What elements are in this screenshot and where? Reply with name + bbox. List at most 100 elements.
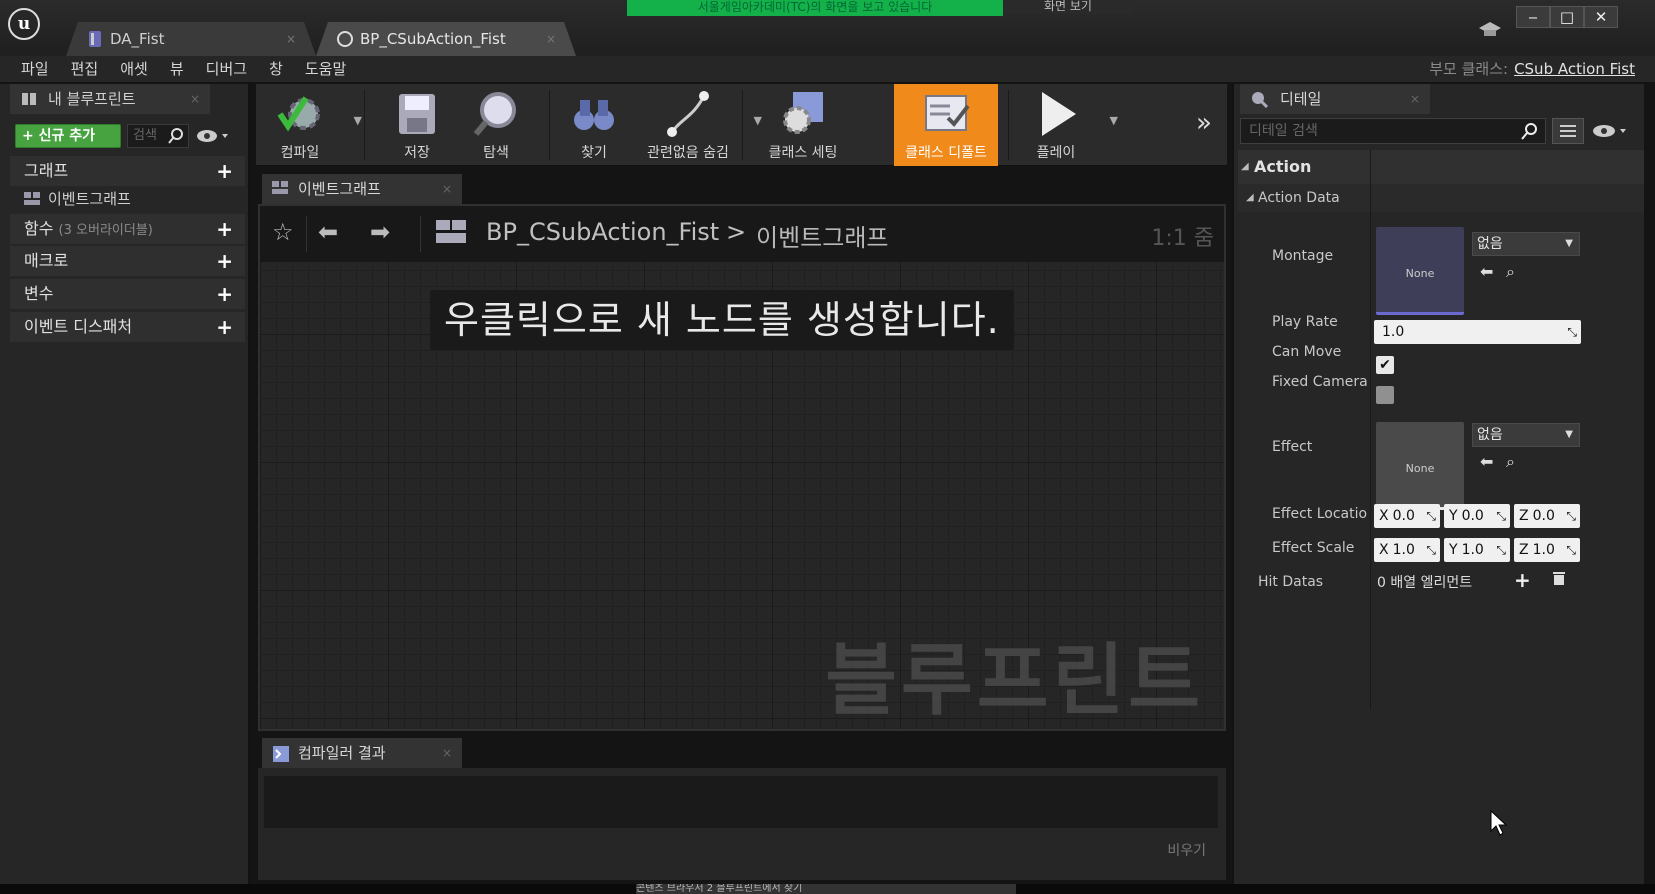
add-function-icon[interactable]: +: [216, 214, 233, 244]
blueprint-watermark: 블루프린트: [825, 636, 1204, 726]
montage-asset-combo[interactable]: 없음 ▼: [1472, 232, 1580, 256]
menu-window[interactable]: 창: [258, 56, 294, 82]
spin-arrows-icon[interactable]: ⤡: [1567, 320, 1577, 344]
spin-arrows-icon[interactable]: ⤡: [1426, 538, 1436, 562]
star-icon[interactable]: ☆: [272, 218, 294, 246]
tab-bp-csubaction-fist[interactable]: BP_CSubAction_Fist ×: [316, 22, 576, 56]
property-matrix-button[interactable]: [1552, 118, 1584, 144]
menu-file[interactable]: 파일: [10, 56, 60, 82]
find-button[interactable]: 찾기: [554, 84, 634, 166]
section-graphs[interactable]: 그래프 +: [10, 156, 245, 186]
effect-location-z[interactable]: Z 0.0 ⤡: [1514, 504, 1580, 528]
effect-location-x[interactable]: X 0.0 ⤡: [1374, 504, 1440, 528]
fixed-camera-checkbox[interactable]: [1376, 386, 1394, 404]
menu-help[interactable]: 도움말: [294, 56, 357, 82]
add-macro-icon[interactable]: +: [216, 246, 233, 276]
blueprint-search-input[interactable]: 검색: [127, 124, 189, 148]
add-dispatcher-icon[interactable]: +: [216, 312, 233, 342]
tab-label: 컴파일러 결과: [298, 744, 386, 762]
spin-arrows-icon[interactable]: ⤡: [1426, 504, 1436, 528]
tab-compiler-results[interactable]: 컴파일러 결과 ×: [262, 738, 462, 768]
add-new-button[interactable]: + 신규 추가: [15, 124, 121, 148]
close-icon[interactable]: ×: [1410, 84, 1420, 114]
learn-cap-icon[interactable]: [1478, 20, 1502, 40]
chevron-down-icon[interactable]: ▼: [354, 114, 362, 127]
menu-edit[interactable]: 편집: [60, 56, 110, 82]
bottom-drawer-tabs[interactable]: 콘텐츠 브라우저 2 블루프린트에서 찾기: [636, 884, 1016, 894]
effect-location-y[interactable]: Y 0.0 ⤡: [1444, 504, 1510, 528]
toolbar-overflow-button[interactable]: »: [1196, 108, 1212, 138]
toolbar-divider: [742, 90, 743, 160]
use-selected-arrow-icon[interactable]: ⬅: [1480, 452, 1493, 471]
add-graph-icon[interactable]: +: [216, 156, 233, 186]
effect-asset-combo[interactable]: 없음 ▼: [1472, 423, 1580, 447]
browse-button[interactable]: 탐색: [456, 84, 536, 166]
close-icon[interactable]: ×: [442, 738, 452, 768]
tab-da-fist[interactable]: DA_Fist ×: [66, 22, 316, 56]
tree-item-event-graph[interactable]: 이벤트그래프: [22, 186, 222, 212]
section-macros[interactable]: 매크로 +: [10, 246, 245, 276]
column-splitter[interactable]: [1370, 150, 1371, 710]
minimize-button[interactable]: ‒: [1516, 6, 1550, 28]
clear-button[interactable]: 비우기: [1167, 840, 1206, 860]
montage-thumbnail[interactable]: None: [1376, 227, 1464, 315]
tab-event-graph[interactable]: 이벤트그래프 ×: [262, 174, 462, 204]
use-selected-arrow-icon[interactable]: ⬅: [1480, 262, 1493, 281]
menu-asset[interactable]: 애셋: [109, 56, 159, 82]
browse-asset-search-icon[interactable]: ⌕: [1506, 262, 1515, 282]
section-event-dispatchers[interactable]: 이벤트 디스패처 +: [10, 312, 245, 342]
spin-arrows-icon[interactable]: ⤡: [1496, 538, 1506, 562]
class-settings-button[interactable]: 클래스 세팅: [758, 84, 848, 166]
class-defaults-button[interactable]: 클래스 디폴트: [894, 84, 998, 166]
spin-arrows-icon[interactable]: ⤡: [1566, 504, 1576, 528]
subcategory-action-data[interactable]: ◢ Action Data: [1238, 184, 1644, 212]
play-rate-input[interactable]: 1.0 ⤡: [1374, 320, 1581, 344]
effect-label: Effect: [1272, 439, 1313, 455]
add-element-icon[interactable]: +: [1514, 568, 1531, 592]
close-window-button[interactable]: ✕: [1584, 6, 1618, 28]
screen-share-view-button[interactable]: 화면 보기: [1003, 0, 1133, 14]
effect-scale-x[interactable]: X 1.0 ⤡: [1374, 538, 1440, 562]
save-button[interactable]: 저장: [382, 84, 452, 166]
section-variables[interactable]: 변수 +: [10, 279, 245, 309]
section-functions[interactable]: 함수 (3 오버라이더블) +: [10, 214, 245, 244]
browse-asset-search-icon[interactable]: ⌕: [1506, 452, 1515, 472]
unreal-logo-icon[interactable]: u: [8, 8, 40, 40]
thumb-label: None: [1405, 267, 1435, 280]
trash-icon[interactable]: [1552, 570, 1566, 586]
parent-class-label: 부모 클래스:: [1429, 60, 1509, 78]
compile-button[interactable]: 컴파일 ▼: [260, 84, 362, 166]
chevron-down-icon[interactable]: ▼: [1110, 114, 1118, 127]
can-move-checkbox[interactable]: ✔: [1376, 356, 1394, 374]
menu-debug[interactable]: 디버그: [195, 56, 258, 82]
tab-details[interactable]: 디테일 ×: [1240, 84, 1430, 114]
tab-label: 내 블루프린트: [48, 90, 136, 108]
effect-scale-y[interactable]: Y 1.0 ⤡: [1444, 538, 1510, 562]
menu-view[interactable]: 뷰: [159, 56, 195, 82]
close-icon[interactable]: ×: [190, 84, 200, 114]
close-icon[interactable]: ×: [286, 22, 296, 56]
view-options-eye-icon[interactable]: [196, 126, 230, 146]
event-graph-canvas[interactable]: ☆ ⬅ ➡ BP_CSubAction_Fist > 이벤트그래프 1:1 줌 …: [258, 204, 1226, 731]
hide-unrelated-button[interactable]: 관련없음 숨김 ▼: [636, 84, 762, 166]
back-arrow-icon[interactable]: ⬅: [318, 218, 338, 246]
close-icon[interactable]: ×: [442, 174, 452, 204]
details-search-input[interactable]: 디테일 검색: [1240, 118, 1546, 144]
add-variable-icon[interactable]: +: [216, 279, 233, 309]
play-button[interactable]: 플레이 ▼: [1016, 84, 1118, 166]
forward-arrow-icon[interactable]: ➡: [370, 218, 390, 246]
effect-scale-z[interactable]: Z 1.0 ⤡: [1514, 538, 1580, 562]
spin-arrows-icon[interactable]: ⤡: [1566, 538, 1576, 562]
graph-hint: 우클릭으로 새 노드를 생성합니다.: [430, 290, 1014, 350]
breadcrumb-graph[interactable]: 이벤트그래프: [756, 218, 888, 253]
spin-arrows-icon[interactable]: ⤡: [1496, 504, 1506, 528]
view-options-eye-icon[interactable]: [1592, 121, 1632, 141]
effect-thumbnail[interactable]: None: [1376, 422, 1464, 510]
tab-my-blueprint[interactable]: 내 블루프린트 ×: [10, 84, 210, 114]
maximize-button[interactable]: □: [1550, 6, 1584, 28]
parent-class-link[interactable]: CSub Action Fist: [1514, 60, 1635, 78]
breadcrumb-class[interactable]: BP_CSubAction_Fist: [486, 218, 719, 246]
close-icon[interactable]: ×: [546, 22, 556, 56]
value: 0.0: [1461, 508, 1484, 524]
category-action[interactable]: ◢ Action: [1238, 150, 1644, 184]
